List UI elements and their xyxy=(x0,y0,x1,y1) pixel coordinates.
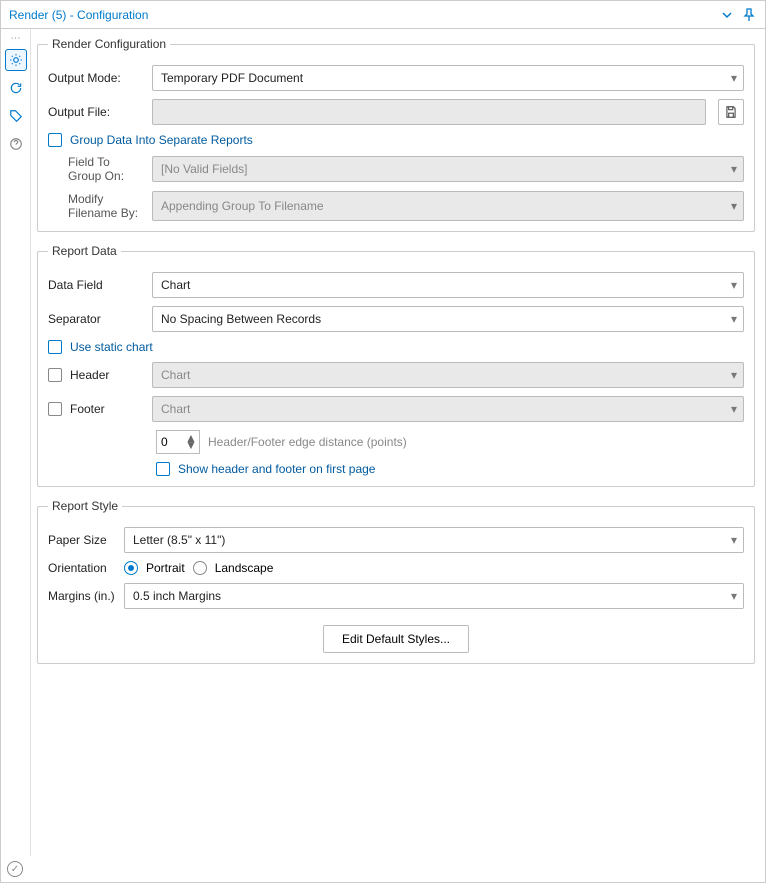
refresh-icon[interactable] xyxy=(5,77,27,99)
report-style-legend: Report Style xyxy=(48,499,122,513)
field-group-label: Field To Group On: xyxy=(48,155,144,183)
chevron-down-icon: ▾ xyxy=(731,368,737,382)
margins-select[interactable]: 0.5 inch Margins ▾ xyxy=(124,583,744,609)
chevron-down-icon: ▾ xyxy=(731,71,737,85)
margins-label: Margins (in.) xyxy=(48,589,116,603)
header-select: Chart ▾ xyxy=(152,362,744,388)
output-file-input[interactable] xyxy=(152,99,706,125)
window-title: Render (5) - Configuration xyxy=(9,8,148,22)
footer-select: Chart ▾ xyxy=(152,396,744,422)
output-file-label: Output File: xyxy=(48,105,144,119)
chevron-down-icon: ▾ xyxy=(731,199,737,213)
report-data-legend: Report Data xyxy=(48,244,121,258)
status-ok-icon: ✓ xyxy=(7,861,23,877)
modify-filename-select: Appending Group To Filename ▾ xyxy=(152,191,744,221)
landscape-radio[interactable] xyxy=(193,561,207,575)
help-icon[interactable] xyxy=(5,133,27,155)
chevron-down-icon: ▾ xyxy=(731,402,737,416)
save-file-button[interactable] xyxy=(718,99,744,125)
use-static-checkbox[interactable] xyxy=(48,340,62,354)
render-config-group: Render Configuration Output Mode: Tempor… xyxy=(37,37,755,232)
header-label: Header xyxy=(70,368,144,382)
footer-checkbox[interactable] xyxy=(48,402,62,416)
drag-handle-icon: ⋯ xyxy=(11,33,21,43)
footer-label: Footer xyxy=(70,402,144,416)
header-checkbox[interactable] xyxy=(48,368,62,382)
data-field-label: Data Field xyxy=(48,278,144,292)
report-style-group: Report Style Paper Size Letter (8.5" x 1… xyxy=(37,499,755,664)
separator-select[interactable]: No Spacing Between Records ▾ xyxy=(152,306,744,332)
output-mode-label: Output Mode: xyxy=(48,71,144,85)
chevron-down-icon: ▾ xyxy=(731,278,737,292)
orientation-label: Orientation xyxy=(48,561,116,575)
edit-default-styles-button[interactable]: Edit Default Styles... xyxy=(323,625,469,653)
paper-size-select[interactable]: Letter (8.5" x 11") ▾ xyxy=(124,527,744,553)
landscape-label: Landscape xyxy=(215,561,274,575)
pin-icon[interactable] xyxy=(741,7,757,23)
report-data-group: Report Data Data Field Chart ▾ Separator… xyxy=(37,244,755,487)
edge-distance-spinner[interactable]: 0 ▲▼ xyxy=(156,430,200,454)
gear-icon[interactable] xyxy=(5,49,27,71)
use-static-label: Use static chart xyxy=(70,340,153,354)
paper-size-label: Paper Size xyxy=(48,533,116,547)
collapse-icon[interactable] xyxy=(719,7,735,23)
chevron-down-icon: ▾ xyxy=(731,533,737,547)
show-first-page-label: Show header and footer on first page xyxy=(178,462,375,476)
tag-icon[interactable] xyxy=(5,105,27,127)
group-data-checkbox[interactable] xyxy=(48,133,62,147)
render-config-legend: Render Configuration xyxy=(48,37,170,51)
chevron-down-icon: ▾ xyxy=(731,312,737,326)
spinner-down-icon[interactable]: ▼ xyxy=(185,442,197,449)
show-first-page-checkbox[interactable] xyxy=(156,462,170,476)
group-data-label: Group Data Into Separate Reports xyxy=(70,133,253,147)
data-field-select[interactable]: Chart ▾ xyxy=(152,272,744,298)
field-group-select: [No Valid Fields] ▾ xyxy=(152,156,744,182)
output-mode-select[interactable]: Temporary PDF Document ▾ xyxy=(152,65,744,91)
chevron-down-icon: ▾ xyxy=(731,589,737,603)
modify-filename-label: Modify Filename By: xyxy=(48,192,144,220)
portrait-radio[interactable] xyxy=(124,561,138,575)
separator-label: Separator xyxy=(48,312,144,326)
edge-distance-hint: Header/Footer edge distance (points) xyxy=(208,435,407,449)
portrait-label: Portrait xyxy=(146,561,185,575)
chevron-down-icon: ▾ xyxy=(731,162,737,176)
